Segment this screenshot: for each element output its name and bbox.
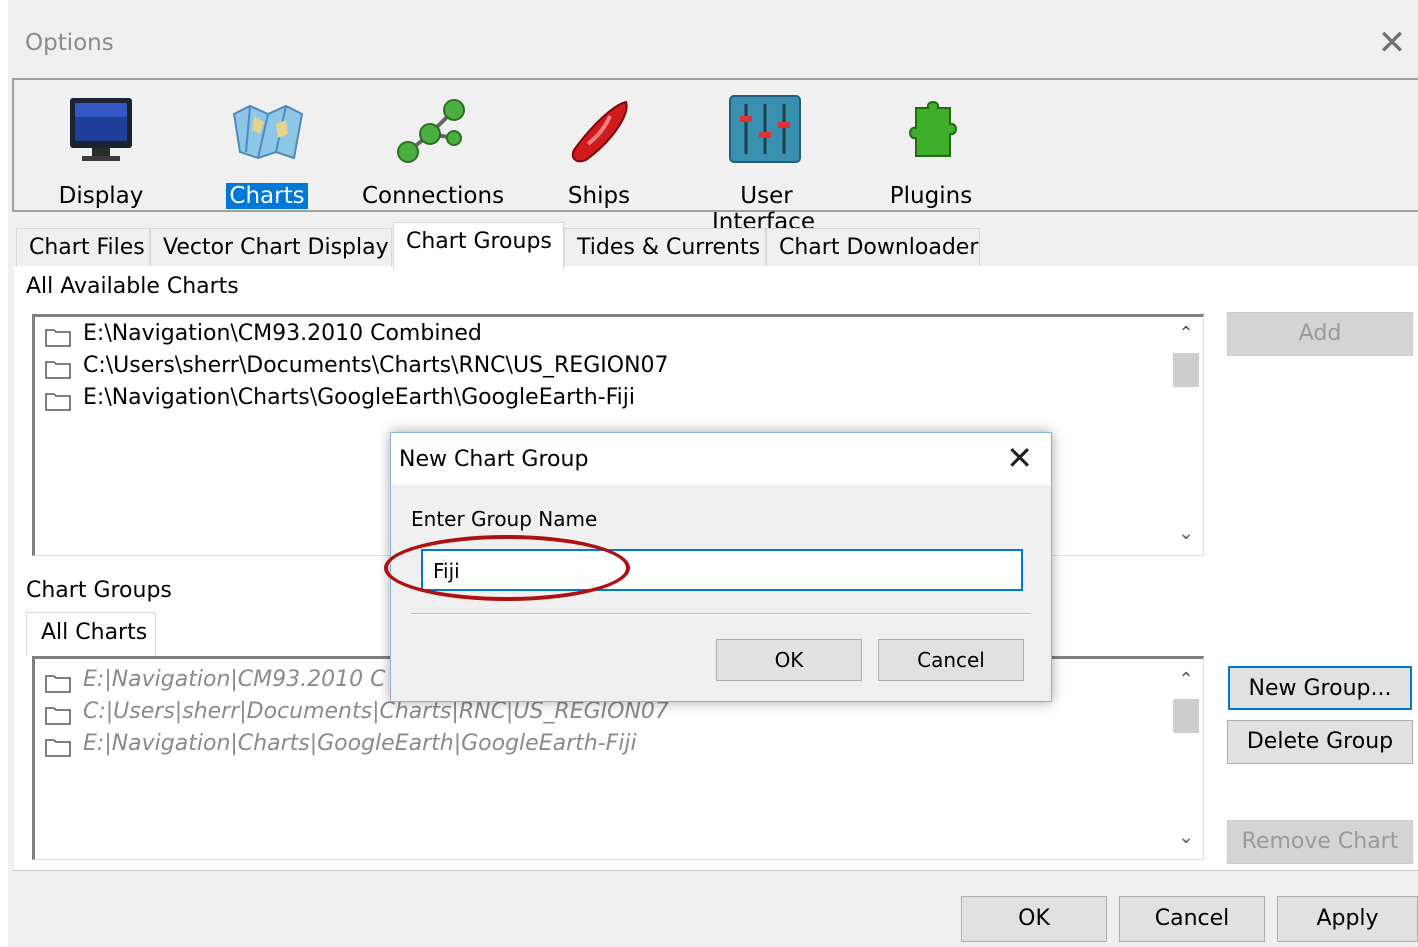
tab-chart-downloader[interactable]: Chart Downloader — [766, 228, 980, 268]
scroll-thumb[interactable] — [1173, 699, 1199, 733]
map-icon — [232, 104, 304, 160]
toolbar-label: Connections — [361, 183, 505, 209]
apply-button[interactable]: Apply — [1277, 896, 1418, 942]
groups-scrollbar[interactable]: ⌃ ⌄ — [1169, 659, 1203, 859]
close-icon[interactable]: ✕ — [1006, 441, 1033, 475]
scroll-down-icon[interactable]: ⌄ — [1169, 827, 1203, 857]
toolbar-label: Display — [58, 183, 144, 209]
available-charts-label: All Available Charts — [26, 274, 239, 299]
sliders-icon — [729, 95, 801, 163]
toolbar-display-button[interactable]: Display — [26, 90, 176, 210]
toolbar-charts-button[interactable]: Charts — [192, 90, 342, 210]
dialog-title-bar: New Chart Group ✕ — [391, 433, 1051, 485]
tab-vector-chart-display[interactable]: Vector Chart Display — [150, 228, 392, 268]
dialog-cancel-button[interactable]: Cancel — [878, 639, 1024, 681]
remove-chart-button[interactable]: Remove Chart — [1227, 820, 1413, 864]
tab-tides-currents[interactable]: Tides & Currents — [564, 228, 766, 268]
ship-icon — [571, 100, 628, 163]
group-name-prompt: Enter Group Name — [411, 507, 598, 531]
toolbar-user-interface-button[interactable]: User Interface — [690, 90, 840, 235]
dialog-separator — [411, 613, 1031, 615]
connections-icon — [397, 99, 465, 163]
dialog-title: New Chart Group — [399, 447, 589, 472]
category-toolbar: Display Charts Connections Ships User In… — [12, 78, 1418, 235]
toolbar-plugins-button[interactable]: Plugins — [856, 90, 1006, 210]
cancel-button[interactable]: Cancel — [1119, 896, 1265, 942]
toolbar-label: Ships — [567, 183, 631, 209]
tab-chart-files[interactable]: Chart Files — [16, 228, 150, 268]
available-scrollbar[interactable]: ⌃ ⌄ — [1169, 317, 1203, 555]
puzzle-piece-icon — [909, 101, 957, 157]
dialog-ok-button[interactable]: OK — [716, 639, 862, 681]
folder-icon — [45, 707, 71, 725]
folder-icon — [45, 739, 71, 757]
tab-chart-groups[interactable]: Chart Groups — [393, 222, 564, 270]
window-title: Options — [25, 30, 114, 56]
ok-button[interactable]: OK — [961, 896, 1107, 942]
group-name-input[interactable]: Fiji — [421, 549, 1023, 591]
folder-icon — [45, 329, 71, 347]
scroll-thumb[interactable] — [1173, 353, 1199, 387]
folder-icon — [45, 675, 71, 693]
toolbar-ships-button[interactable]: Ships — [524, 90, 674, 210]
toolbar-label: Charts — [226, 183, 308, 209]
add-button[interactable]: Add — [1227, 312, 1413, 356]
close-icon[interactable]: ✕ — [1374, 26, 1410, 62]
folder-icon — [45, 361, 71, 379]
tab-all-charts[interactable]: All Charts — [26, 612, 156, 656]
title-bar: Options ✕ — [8, 8, 1418, 80]
new-chart-group-dialog: New Chart Group ✕ Enter Group Name Fiji … — [384, 432, 1052, 702]
scroll-down-icon[interactable]: ⌄ — [1169, 523, 1203, 553]
chart-groups-label: Chart Groups — [26, 578, 172, 603]
toolbar-connections-button[interactable]: Connections — [358, 90, 508, 210]
scroll-up-icon[interactable]: ⌃ — [1169, 323, 1203, 353]
toolbar-label: Plugins — [889, 183, 973, 209]
new-group-button[interactable]: New Group... — [1228, 666, 1412, 710]
delete-group-button[interactable]: Delete Group — [1227, 720, 1413, 764]
monitor-icon — [70, 98, 132, 161]
folder-icon — [45, 393, 71, 411]
scroll-up-icon[interactable]: ⌃ — [1169, 669, 1203, 699]
